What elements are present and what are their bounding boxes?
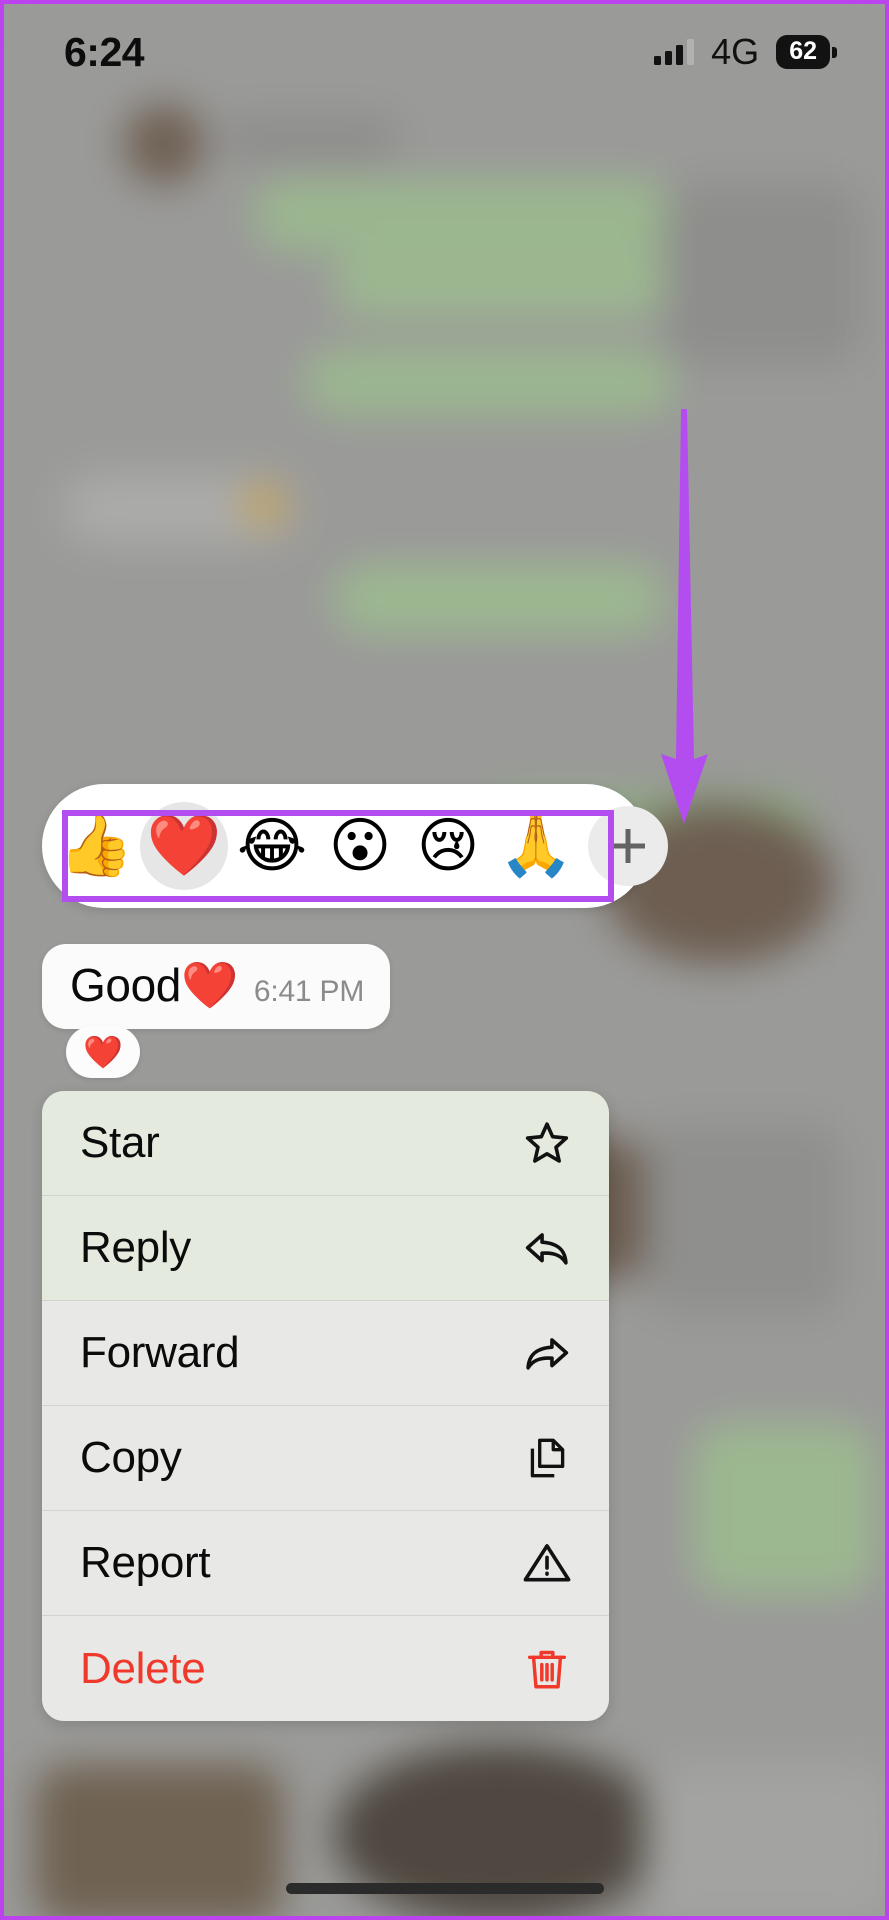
forward-icon — [519, 1325, 575, 1381]
battery-percent-label: 62 — [776, 35, 830, 69]
menu-item-star[interactable]: Star — [42, 1091, 609, 1196]
plus-icon — [611, 829, 645, 863]
down-arrow-annotation — [661, 409, 708, 824]
menu-item-copy[interactable]: Copy — [42, 1406, 609, 1511]
menu-item-reply[interactable]: Reply — [42, 1196, 609, 1301]
status-bar: 6:24 4G 62 — [4, 4, 885, 100]
message-emoji: ❤️ — [180, 958, 238, 1012]
crying-face-emoji[interactable]: 😢 — [404, 802, 492, 890]
menu-item-label: Star — [80, 1118, 160, 1167]
star-icon — [519, 1115, 575, 1171]
red-heart-emoji[interactable]: ❤️ — [140, 802, 228, 890]
menu-item-label: Forward — [80, 1328, 240, 1377]
phone-screen: 6:24 4G 62 👍 ❤️ 😂 😮 😢 🙏 Good❤️ 6:41 PM ❤… — [0, 0, 889, 1920]
menu-item-label: Delete — [80, 1643, 206, 1693]
open-mouth-emoji[interactable]: 😮 — [316, 802, 404, 890]
joy-emoji[interactable]: 😂 — [228, 802, 316, 890]
thumbs-up-emoji[interactable]: 👍 — [52, 802, 140, 890]
copy-icon — [519, 1430, 575, 1486]
menu-item-delete[interactable]: Delete — [42, 1616, 609, 1721]
menu-item-label: Report — [80, 1538, 211, 1587]
menu-item-forward[interactable]: Forward — [42, 1301, 609, 1406]
battery-icon: 62 — [776, 35, 837, 69]
trash-icon — [519, 1641, 575, 1697]
message-reaction-chip[interactable]: ❤️ — [66, 1026, 140, 1078]
menu-item-label: Reply — [80, 1223, 191, 1272]
home-indicator-bar — [285, 1883, 604, 1894]
network-type-label: 4G — [711, 31, 760, 72]
status-time: 6:24 — [64, 28, 145, 75]
message-context-menu[interactable]: Star Reply Forward Copy Report Delete — [42, 1091, 609, 1721]
menu-item-label: Copy — [80, 1433, 182, 1482]
message-body: Good — [70, 959, 181, 1011]
message-bubble[interactable]: Good❤️ 6:41 PM — [42, 944, 391, 1029]
message-text: Good❤️ — [70, 958, 238, 1013]
reply-icon — [519, 1220, 575, 1276]
message-timestamp: 6:41 PM — [253, 975, 365, 1008]
warning-icon — [519, 1535, 575, 1591]
menu-item-report[interactable]: Report — [42, 1511, 609, 1616]
status-indicators: 4G 62 — [654, 31, 837, 73]
folded-hands-emoji[interactable]: 🙏 — [492, 802, 580, 890]
emoji-reaction-bar[interactable]: 👍 ❤️ 😂 😮 😢 🙏 — [42, 784, 668, 908]
cellular-bars-icon — [654, 39, 695, 65]
